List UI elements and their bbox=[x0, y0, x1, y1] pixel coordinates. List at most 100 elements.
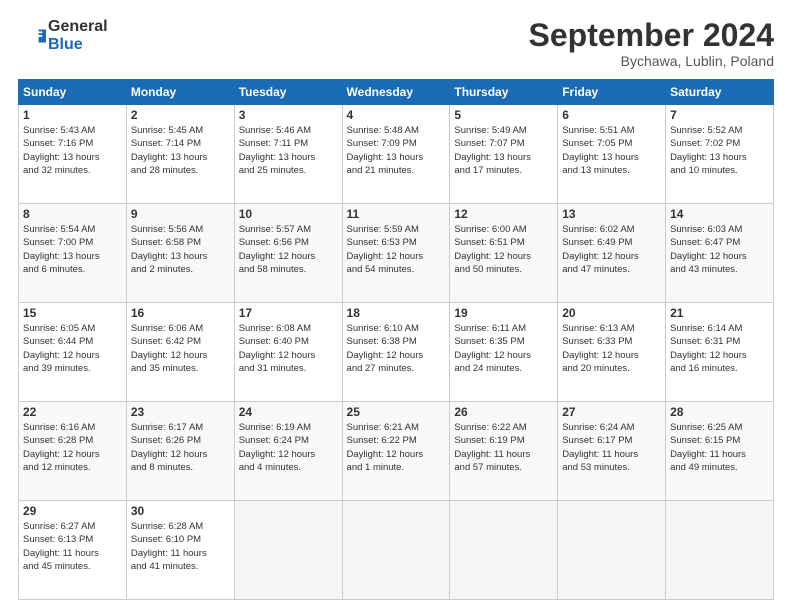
calendar-day-cell bbox=[558, 501, 666, 600]
day-number: 7 bbox=[670, 108, 769, 122]
calendar-day-cell: 4 Sunrise: 5:48 AM Sunset: 7:09 PM Daylig… bbox=[342, 105, 450, 204]
day-info: Sunrise: 5:54 AM Sunset: 7:00 PM Dayligh… bbox=[23, 223, 122, 276]
day-info: Sunrise: 5:43 AM Sunset: 7:16 PM Dayligh… bbox=[23, 124, 122, 177]
calendar-week-row: 29Sunrise: 6:27 AM Sunset: 6:13 PM Dayli… bbox=[19, 501, 774, 600]
calendar-day-cell: 29Sunrise: 6:27 AM Sunset: 6:13 PM Dayli… bbox=[19, 501, 127, 600]
day-info: Sunrise: 6:13 AM Sunset: 6:33 PM Dayligh… bbox=[562, 322, 661, 375]
calendar-day-cell bbox=[666, 501, 774, 600]
calendar-day-cell: 3 Sunrise: 5:46 AM Sunset: 7:11 PM Daylig… bbox=[234, 105, 342, 204]
day-number: 25 bbox=[347, 405, 446, 419]
calendar-day-cell: 23 Sunrise: 6:17 AM Sunset: 6:26 PM Dayli… bbox=[126, 402, 234, 501]
day-number: 9 bbox=[131, 207, 230, 221]
day-info: Sunrise: 6:16 AM Sunset: 6:28 PM Dayligh… bbox=[23, 421, 122, 474]
calendar-day-cell: 15Sunrise: 6:05 AM Sunset: 6:44 PM Dayli… bbox=[19, 303, 127, 402]
day-info: Sunrise: 6:22 AM Sunset: 6:19 PM Dayligh… bbox=[454, 421, 553, 474]
day-info: Sunrise: 6:24 AM Sunset: 6:17 PM Dayligh… bbox=[562, 421, 661, 474]
day-info: Sunrise: 6:11 AM Sunset: 6:35 PM Dayligh… bbox=[454, 322, 553, 375]
day-info: Sunrise: 6:00 AM Sunset: 6:51 PM Dayligh… bbox=[454, 223, 553, 276]
day-number: 24 bbox=[239, 405, 338, 419]
day-number: 14 bbox=[670, 207, 769, 221]
day-info: Sunrise: 5:46 AM Sunset: 7:11 PM Dayligh… bbox=[239, 124, 338, 177]
day-info: Sunrise: 6:02 AM Sunset: 6:49 PM Dayligh… bbox=[562, 223, 661, 276]
day-number: 30 bbox=[131, 504, 230, 518]
col-header-saturday: Saturday bbox=[666, 80, 774, 105]
calendar-day-cell: 27 Sunrise: 6:24 AM Sunset: 6:17 PM Dayli… bbox=[558, 402, 666, 501]
calendar-day-cell: 1Sunrise: 5:43 AM Sunset: 7:16 PM Daylig… bbox=[19, 105, 127, 204]
logo-text: General Blue bbox=[48, 18, 108, 53]
location: Bychawa, Lublin, Poland bbox=[529, 53, 774, 69]
calendar-day-cell: 11Sunrise: 5:59 AM Sunset: 6:53 PM Dayli… bbox=[342, 204, 450, 303]
day-info: Sunrise: 6:10 AM Sunset: 6:38 PM Dayligh… bbox=[347, 322, 446, 375]
title-block: September 2024 Bychawa, Lublin, Poland bbox=[529, 18, 774, 69]
calendar-day-cell: 7 Sunrise: 5:52 AM Sunset: 7:02 PM Daylig… bbox=[666, 105, 774, 204]
day-number: 6 bbox=[562, 108, 661, 122]
day-info: Sunrise: 6:08 AM Sunset: 6:40 PM Dayligh… bbox=[239, 322, 338, 375]
calendar-day-cell: 14 Sunrise: 6:03 AM Sunset: 6:47 PM Dayli… bbox=[666, 204, 774, 303]
day-info: Sunrise: 6:03 AM Sunset: 6:47 PM Dayligh… bbox=[670, 223, 769, 276]
day-number: 23 bbox=[131, 405, 230, 419]
col-header-thursday: Thursday bbox=[450, 80, 558, 105]
calendar-day-cell: 12 Sunrise: 6:00 AM Sunset: 6:51 PM Dayli… bbox=[450, 204, 558, 303]
day-info: Sunrise: 6:27 AM Sunset: 6:13 PM Dayligh… bbox=[23, 520, 122, 573]
day-number: 4 bbox=[347, 108, 446, 122]
calendar-header-row: SundayMondayTuesdayWednesdayThursdayFrid… bbox=[19, 80, 774, 105]
logo-general: General bbox=[48, 18, 108, 36]
day-info: Sunrise: 5:57 AM Sunset: 6:56 PM Dayligh… bbox=[239, 223, 338, 276]
calendar-day-cell: 30 Sunrise: 6:28 AM Sunset: 6:10 PM Dayli… bbox=[126, 501, 234, 600]
calendar-day-cell bbox=[450, 501, 558, 600]
day-number: 8 bbox=[23, 207, 122, 221]
calendar-day-cell: 9 Sunrise: 5:56 AM Sunset: 6:58 PM Daylig… bbox=[126, 204, 234, 303]
calendar-day-cell bbox=[234, 501, 342, 600]
calendar-week-row: 22 Sunrise: 6:16 AM Sunset: 6:28 PM Dayli… bbox=[19, 402, 774, 501]
calendar-week-row: 15Sunrise: 6:05 AM Sunset: 6:44 PM Dayli… bbox=[19, 303, 774, 402]
day-info: Sunrise: 5:48 AM Sunset: 7:09 PM Dayligh… bbox=[347, 124, 446, 177]
day-number: 10 bbox=[239, 207, 338, 221]
calendar-day-cell bbox=[342, 501, 450, 600]
calendar-day-cell: 6 Sunrise: 5:51 AM Sunset: 7:05 PM Daylig… bbox=[558, 105, 666, 204]
day-info: Sunrise: 6:06 AM Sunset: 6:42 PM Dayligh… bbox=[131, 322, 230, 375]
calendar-week-row: 1Sunrise: 5:43 AM Sunset: 7:16 PM Daylig… bbox=[19, 105, 774, 204]
calendar-day-cell: 26 Sunrise: 6:22 AM Sunset: 6:19 PM Dayli… bbox=[450, 402, 558, 501]
calendar-day-cell: 28Sunrise: 6:25 AM Sunset: 6:15 PM Dayli… bbox=[666, 402, 774, 501]
calendar-day-cell: 13 Sunrise: 6:02 AM Sunset: 6:49 PM Dayli… bbox=[558, 204, 666, 303]
col-header-monday: Monday bbox=[126, 80, 234, 105]
calendar-day-cell: 2 Sunrise: 5:45 AM Sunset: 7:14 PM Daylig… bbox=[126, 105, 234, 204]
col-header-friday: Friday bbox=[558, 80, 666, 105]
day-number: 15 bbox=[23, 306, 122, 320]
day-info: Sunrise: 5:45 AM Sunset: 7:14 PM Dayligh… bbox=[131, 124, 230, 177]
day-number: 12 bbox=[454, 207, 553, 221]
calendar-day-cell: 19Sunrise: 6:11 AM Sunset: 6:35 PM Dayli… bbox=[450, 303, 558, 402]
day-info: Sunrise: 6:28 AM Sunset: 6:10 PM Dayligh… bbox=[131, 520, 230, 573]
header: General Blue September 2024 Bychawa, Lub… bbox=[18, 18, 774, 69]
logo-icon bbox=[18, 22, 46, 50]
day-number: 3 bbox=[239, 108, 338, 122]
day-info: Sunrise: 6:17 AM Sunset: 6:26 PM Dayligh… bbox=[131, 421, 230, 474]
day-number: 27 bbox=[562, 405, 661, 419]
day-info: Sunrise: 5:56 AM Sunset: 6:58 PM Dayligh… bbox=[131, 223, 230, 276]
day-number: 20 bbox=[562, 306, 661, 320]
day-number: 26 bbox=[454, 405, 553, 419]
col-header-tuesday: Tuesday bbox=[234, 80, 342, 105]
day-number: 2 bbox=[131, 108, 230, 122]
day-info: Sunrise: 6:14 AM Sunset: 6:31 PM Dayligh… bbox=[670, 322, 769, 375]
calendar-day-cell: 25 Sunrise: 6:21 AM Sunset: 6:22 PM Dayli… bbox=[342, 402, 450, 501]
day-number: 17 bbox=[239, 306, 338, 320]
calendar-day-cell: 21 Sunrise: 6:14 AM Sunset: 6:31 PM Dayli… bbox=[666, 303, 774, 402]
day-info: Sunrise: 5:51 AM Sunset: 7:05 PM Dayligh… bbox=[562, 124, 661, 177]
calendar-day-cell: 20 Sunrise: 6:13 AM Sunset: 6:33 PM Dayli… bbox=[558, 303, 666, 402]
calendar-week-row: 8 Sunrise: 5:54 AM Sunset: 7:00 PM Daylig… bbox=[19, 204, 774, 303]
day-number: 13 bbox=[562, 207, 661, 221]
calendar-day-cell: 8 Sunrise: 5:54 AM Sunset: 7:00 PM Daylig… bbox=[19, 204, 127, 303]
day-number: 22 bbox=[23, 405, 122, 419]
day-info: Sunrise: 5:52 AM Sunset: 7:02 PM Dayligh… bbox=[670, 124, 769, 177]
day-number: 16 bbox=[131, 306, 230, 320]
day-info: Sunrise: 6:19 AM Sunset: 6:24 PM Dayligh… bbox=[239, 421, 338, 474]
calendar-day-cell: 16 Sunrise: 6:06 AM Sunset: 6:42 PM Dayli… bbox=[126, 303, 234, 402]
day-number: 18 bbox=[347, 306, 446, 320]
day-number: 21 bbox=[670, 306, 769, 320]
day-number: 11 bbox=[347, 207, 446, 221]
col-header-wednesday: Wednesday bbox=[342, 80, 450, 105]
logo: General Blue bbox=[18, 18, 108, 53]
day-number: 28 bbox=[670, 405, 769, 419]
day-info: Sunrise: 6:21 AM Sunset: 6:22 PM Dayligh… bbox=[347, 421, 446, 474]
